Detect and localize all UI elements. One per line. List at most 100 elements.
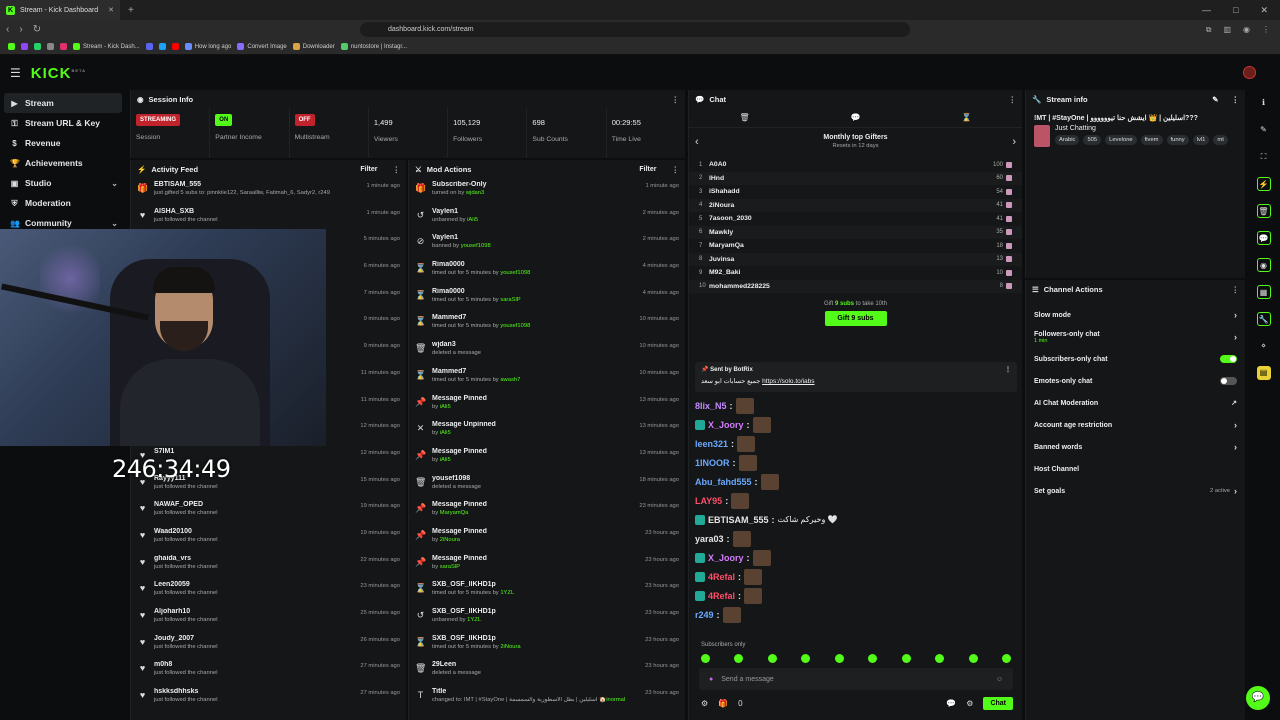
channel-action-ai-chat-moderation[interactable]: AI Chat Moderation ↗ [1026, 392, 1245, 414]
emote-icon[interactable] [734, 654, 744, 663]
bookmark-icon[interactable] [60, 43, 67, 50]
item-name[interactable]: Rima0000 [432, 288, 637, 295]
bookmark-how-long-ago[interactable]: How long ago [184, 43, 231, 50]
item-name[interactable]: yousef1098 [432, 475, 633, 482]
channel-action-banned-words[interactable]: Banned words › [1026, 436, 1245, 458]
item-name[interactable]: Aljoharh10 [154, 608, 354, 615]
emote-icon[interactable] [901, 654, 911, 663]
stream-tag[interactable]: lvl1 [1192, 135, 1210, 145]
gifter-row[interactable]: 4 2iNoura 41 [689, 198, 1022, 212]
chat-username[interactable]: 1INOOR [695, 458, 730, 468]
item-name[interactable]: hskksdhhsks [154, 688, 354, 695]
gifter-name[interactable]: MaryamQa [709, 242, 744, 249]
chat-username[interactable]: leen321 [695, 439, 728, 449]
emote-icon[interactable] [701, 654, 710, 663]
category-thumbnail[interactable] [1034, 125, 1050, 147]
gifter-row[interactable]: 7 MaryamQa 18 [689, 239, 1022, 253]
bookmark-instagram[interactable]: nuntostore | Instagr... [340, 43, 407, 50]
grid-icon[interactable]: ▦ [1256, 285, 1271, 299]
external-link-icon[interactable]: ↗ [1231, 399, 1237, 407]
chat-username[interactable]: r249 [695, 610, 714, 620]
gift-icon[interactable]: 🎁 [718, 699, 728, 708]
emote-icon[interactable] [801, 654, 811, 663]
chevron-right-icon[interactable]: › [1234, 420, 1237, 430]
item-name[interactable]: SXB_OSF_llKHD1p [432, 635, 639, 642]
support-chat-button[interactable]: 💬 [1246, 686, 1270, 710]
hamburger-menu-icon[interactable]: ☰ [10, 66, 21, 80]
gifter-row[interactable]: 2 lHnd 60 [689, 171, 1022, 185]
moderator-name[interactable]: MaryamQa [440, 510, 469, 516]
stream-tag[interactable]: Arabic [1055, 135, 1080, 145]
chevron-right-icon[interactable]: › [1234, 486, 1237, 496]
stream-tag[interactable]: Levelone [1105, 135, 1137, 145]
emote-icon[interactable] [834, 654, 844, 663]
extensions-icon[interactable]: ⧉ [1206, 25, 1212, 35]
moderator-name[interactable]: 2iNoura [440, 537, 460, 543]
item-name[interactable]: Message Pinned [432, 501, 633, 508]
gifter-name[interactable]: A0A0 [709, 161, 726, 168]
close-window-icon[interactable]: ✕ [1260, 5, 1268, 16]
chat-username[interactable]: yara03 [695, 534, 724, 544]
stream-tag[interactable]: funny [1166, 135, 1189, 145]
lightning-icon[interactable]: ⚡ [1256, 177, 1271, 191]
url-field[interactable]: dashboard.kick.com/stream [360, 22, 910, 37]
chat-username[interactable]: 8lix_N5 [695, 401, 727, 411]
more-options-icon[interactable]: ⋮ [1009, 95, 1017, 104]
minimize-icon[interactable]: — [1202, 5, 1211, 16]
moderator-name[interactable]: inormal [606, 697, 625, 703]
bookmark-icon[interactable] [21, 43, 28, 50]
channel-action-set-goals[interactable]: Set goals 2 active › [1026, 480, 1245, 502]
bookmark-icon[interactable] [171, 43, 179, 50]
gifter-name[interactable]: Mawkly [709, 229, 733, 236]
broadcast-icon[interactable]: ◉ [1256, 258, 1271, 272]
reload-icon[interactable]: ↻ [33, 24, 41, 35]
bookmark-icon[interactable] [145, 43, 153, 50]
trash-icon[interactable]: 🗑 [739, 113, 749, 122]
item-name[interactable]: S7IM1 [154, 448, 354, 455]
settings-icon[interactable]: ⚙ [701, 699, 708, 708]
moderator-name[interactable]: 2iNoura [500, 644, 520, 650]
sidebar-item-studio[interactable]: ▣ Studio ⌄ [0, 173, 128, 193]
gifter-row[interactable]: 9 M92_Baki 10 [689, 266, 1022, 280]
sidebar-item-moderation[interactable]: ⛨ Moderation [0, 193, 128, 213]
moderator-name[interactable]: wjdan3 [466, 190, 484, 196]
item-name[interactable]: Message Pinned [432, 528, 639, 535]
moderator-name[interactable]: iAli5 [440, 457, 451, 463]
emote-icon[interactable] [868, 654, 878, 663]
channel-action-account-age-restriction[interactable]: Account age restriction › [1026, 414, 1245, 436]
stream-tag[interactable]: 505 [1083, 135, 1102, 145]
new-tab-icon[interactable]: + [128, 5, 134, 16]
item-name[interactable]: Vaylen1 [432, 234, 637, 241]
close-tab-icon[interactable]: ✕ [108, 6, 114, 14]
fullscreen-icon[interactable]: ⛶ [1257, 150, 1271, 164]
gifter-name[interactable]: iShahadd [709, 188, 740, 195]
moderator-name[interactable]: saraSlP [500, 297, 520, 303]
chat-username[interactable]: 4Refal [708, 572, 735, 582]
emoji-icon[interactable]: ☺ [996, 676, 1003, 683]
bookmark-convert-image[interactable]: Convert Image [237, 43, 287, 50]
gifter-name[interactable]: Juvinsa [709, 256, 734, 263]
chat-bubble-icon[interactable]: 💬 [1256, 231, 1271, 245]
chat-username[interactable]: EBTISAM_555 [708, 515, 769, 525]
chat-bubble-icon[interactable]: 💬 [946, 699, 956, 708]
browser-tab[interactable]: K Stream - Kick Dashboard ✕ [0, 0, 120, 20]
bookmark-kick[interactable]: Stream - Kick Dash... [73, 43, 140, 50]
gifter-row[interactable]: 10 mohammed228225 8 [689, 279, 1022, 293]
item-name[interactable]: Message Pinned [432, 448, 633, 455]
item-name[interactable]: wjdan3 [432, 341, 633, 348]
chevron-down-icon[interactable]: ⌄ [111, 219, 118, 228]
moderator-name[interactable]: iAli5 [440, 430, 451, 436]
channel-action-host-channel[interactable]: Host Channel [1026, 458, 1245, 480]
user-avatar[interactable] [1243, 66, 1256, 79]
chevron-right-icon[interactable]: › [1234, 442, 1237, 452]
activity-filter-button[interactable]: Filter [360, 166, 377, 173]
channel-action-emotes-only-chat[interactable]: Emotes-only chat [1026, 370, 1245, 392]
pinned-link[interactable]: https://solo.to/iabs [762, 378, 814, 385]
note-icon[interactable]: ▤ [1256, 366, 1271, 380]
mic-icon[interactable]: ● [709, 676, 713, 683]
chevron-down-icon[interactable]: ⌄ [111, 179, 118, 188]
moderator-name[interactable]: iAli5 [440, 404, 451, 410]
moderator-name[interactable]: 1YZL [500, 590, 514, 596]
share-icon[interactable]: ⋄ [1257, 339, 1271, 353]
sidebar-icon[interactable]: ▥ [1223, 25, 1231, 35]
